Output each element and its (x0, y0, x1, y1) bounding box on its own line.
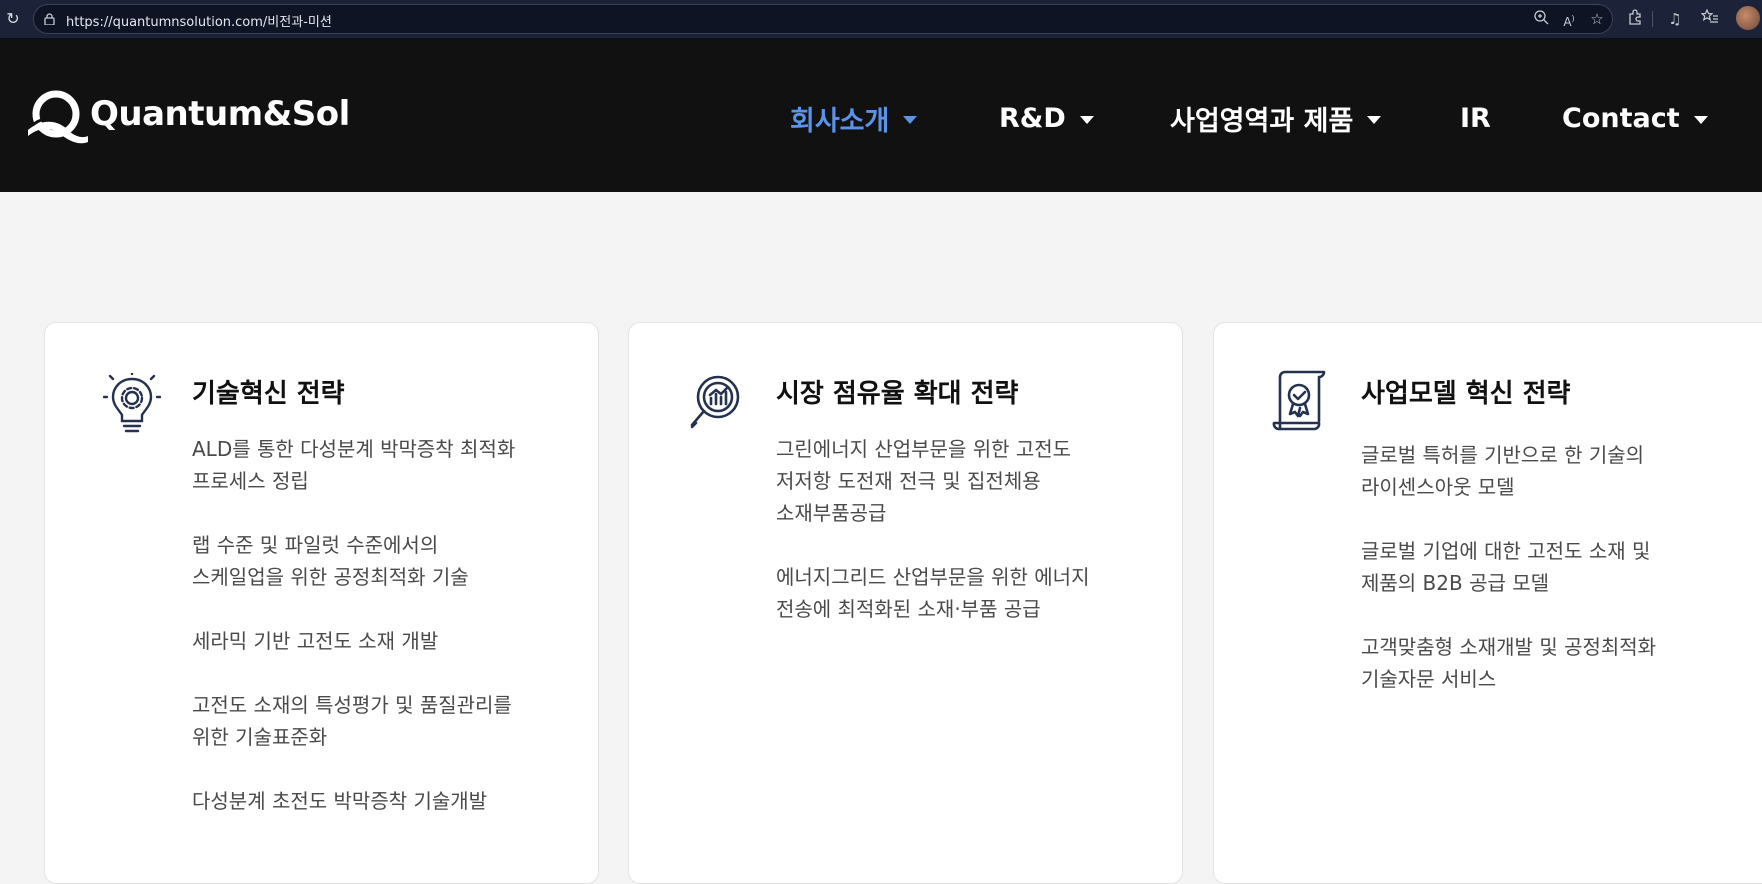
toolbar-divider (1652, 11, 1653, 27)
url-text: https://quantumnsolution.com/비전과-미션 (66, 15, 332, 30)
lock-icon (44, 13, 55, 26)
list-item: 다성분계 초전도 박막증착 기술개발 (192, 789, 488, 813)
list-item: ALD를 통한 다성분계 박막증착 최적화 프로세스 정립 (192, 437, 516, 493)
logo-text: Quantum&Sol (90, 94, 350, 134)
strategy-card-business-model: 사업모델 혁신 전략 글로벌 특허를 기반으로 한 기술의 라이센스아웃 모델 … (1213, 322, 1762, 884)
list-item: 고전도 소재의 특성평가 및 품질관리를 위한 기술표준화 (192, 693, 512, 749)
extensions-icon[interactable] (1625, 9, 1645, 29)
strategy-card-market: 시장 점유율 확대 전략 그린에너지 산업부문을 위한 고전도 저저항 도전재 … (628, 322, 1183, 884)
list-item: 랩 수준 및 파일럿 수준에서의 스케일업을 위한 공정최적화 기술 (192, 533, 469, 589)
address-bar[interactable]: https://quantumnsolution.com/비전과-미션 (33, 4, 1613, 34)
chevron-down-icon (903, 116, 918, 124)
list-item: 그린에너지 산업부문을 위한 고전도 저저항 도전재 전극 및 집전체용 소재부… (776, 437, 1072, 525)
nav-ir[interactable]: IR (1460, 98, 1491, 138)
card-item-list: 그린에너지 산업부문을 위한 고전도 저저항 도전재 전극 및 집전체용 소재부… (776, 433, 1116, 657)
logo-mark-icon (28, 90, 88, 144)
list-item: 고객맞춤형 소재개발 및 공정최적화 기술자문 서비스 (1361, 635, 1657, 691)
nav-business-label: 사업영역과 제품 (1170, 105, 1354, 137)
nav-company-label: 회사소개 (790, 105, 890, 137)
nav-ir-label: IR (1460, 102, 1491, 134)
card-item-list: 글로벌 특허를 기반으로 한 기술의 라이센스아웃 모델 글로벌 기업에 대한 … (1361, 439, 1706, 727)
favorites-list-icon[interactable] (1700, 8, 1720, 29)
chevron-down-icon (1079, 116, 1094, 124)
read-aloud-icon[interactable]: A) (1559, 9, 1579, 29)
card-title: 기술혁신 전략 (192, 379, 345, 409)
list-item: 에너지그리드 산업부문을 위한 에너지 전송에 최적화된 소재·부품 공급 (776, 565, 1090, 621)
list-item: 글로벌 특허를 기반으로 한 기술의 라이센스아웃 모델 (1361, 443, 1645, 499)
magnifier-chart-icon (690, 375, 740, 429)
browser-toolbar: ↻ https://quantumnsolution.com/비전과-미션 A)… (0, 0, 1762, 38)
card-item-list: ALD를 통한 다성분계 박막증착 최적화 프로세스 정립 랩 수준 및 파일럿… (192, 433, 532, 849)
lightbulb-gear-icon (103, 373, 161, 433)
nav-rnd-label: R&D (999, 102, 1066, 134)
list-item: 세라믹 기반 고전도 소재 개발 (192, 629, 439, 653)
nav-business[interactable]: 사업영역과 제품 (1170, 98, 1382, 138)
zoom-icon[interactable] (1531, 9, 1551, 29)
site-logo[interactable]: Quantum&Sol (28, 90, 350, 144)
site-header: Quantum&Sol 회사소개 R&D 사업영역과 제품 IR Contact (0, 38, 1762, 192)
media-icon[interactable]: ♫ (1665, 9, 1685, 29)
list-item: 글로벌 기업에 대한 고전도 소재 및 제품의 B2B 공급 모델 (1361, 539, 1651, 595)
nav-rnd[interactable]: R&D (999, 98, 1094, 138)
profile-avatar[interactable] (1736, 6, 1760, 30)
nav-contact[interactable]: Contact (1562, 98, 1708, 138)
card-title: 시장 점유율 확대 전략 (776, 379, 1019, 409)
strategy-card-tech: 기술혁신 전략 ALD를 통한 다성분계 박막증착 최적화 프로세스 정립 랩 … (44, 322, 599, 884)
nav-company[interactable]: 회사소개 (790, 98, 918, 138)
card-title: 사업모델 혁신 전략 (1361, 379, 1571, 409)
favorite-star-icon[interactable]: ☆ (1587, 9, 1607, 29)
nav-contact-label: Contact (1562, 102, 1680, 134)
reload-icon[interactable]: ↻ (4, 10, 22, 28)
chevron-down-icon (1367, 116, 1382, 124)
certificate-scroll-icon (1272, 370, 1326, 431)
chevron-down-icon (1693, 116, 1708, 124)
